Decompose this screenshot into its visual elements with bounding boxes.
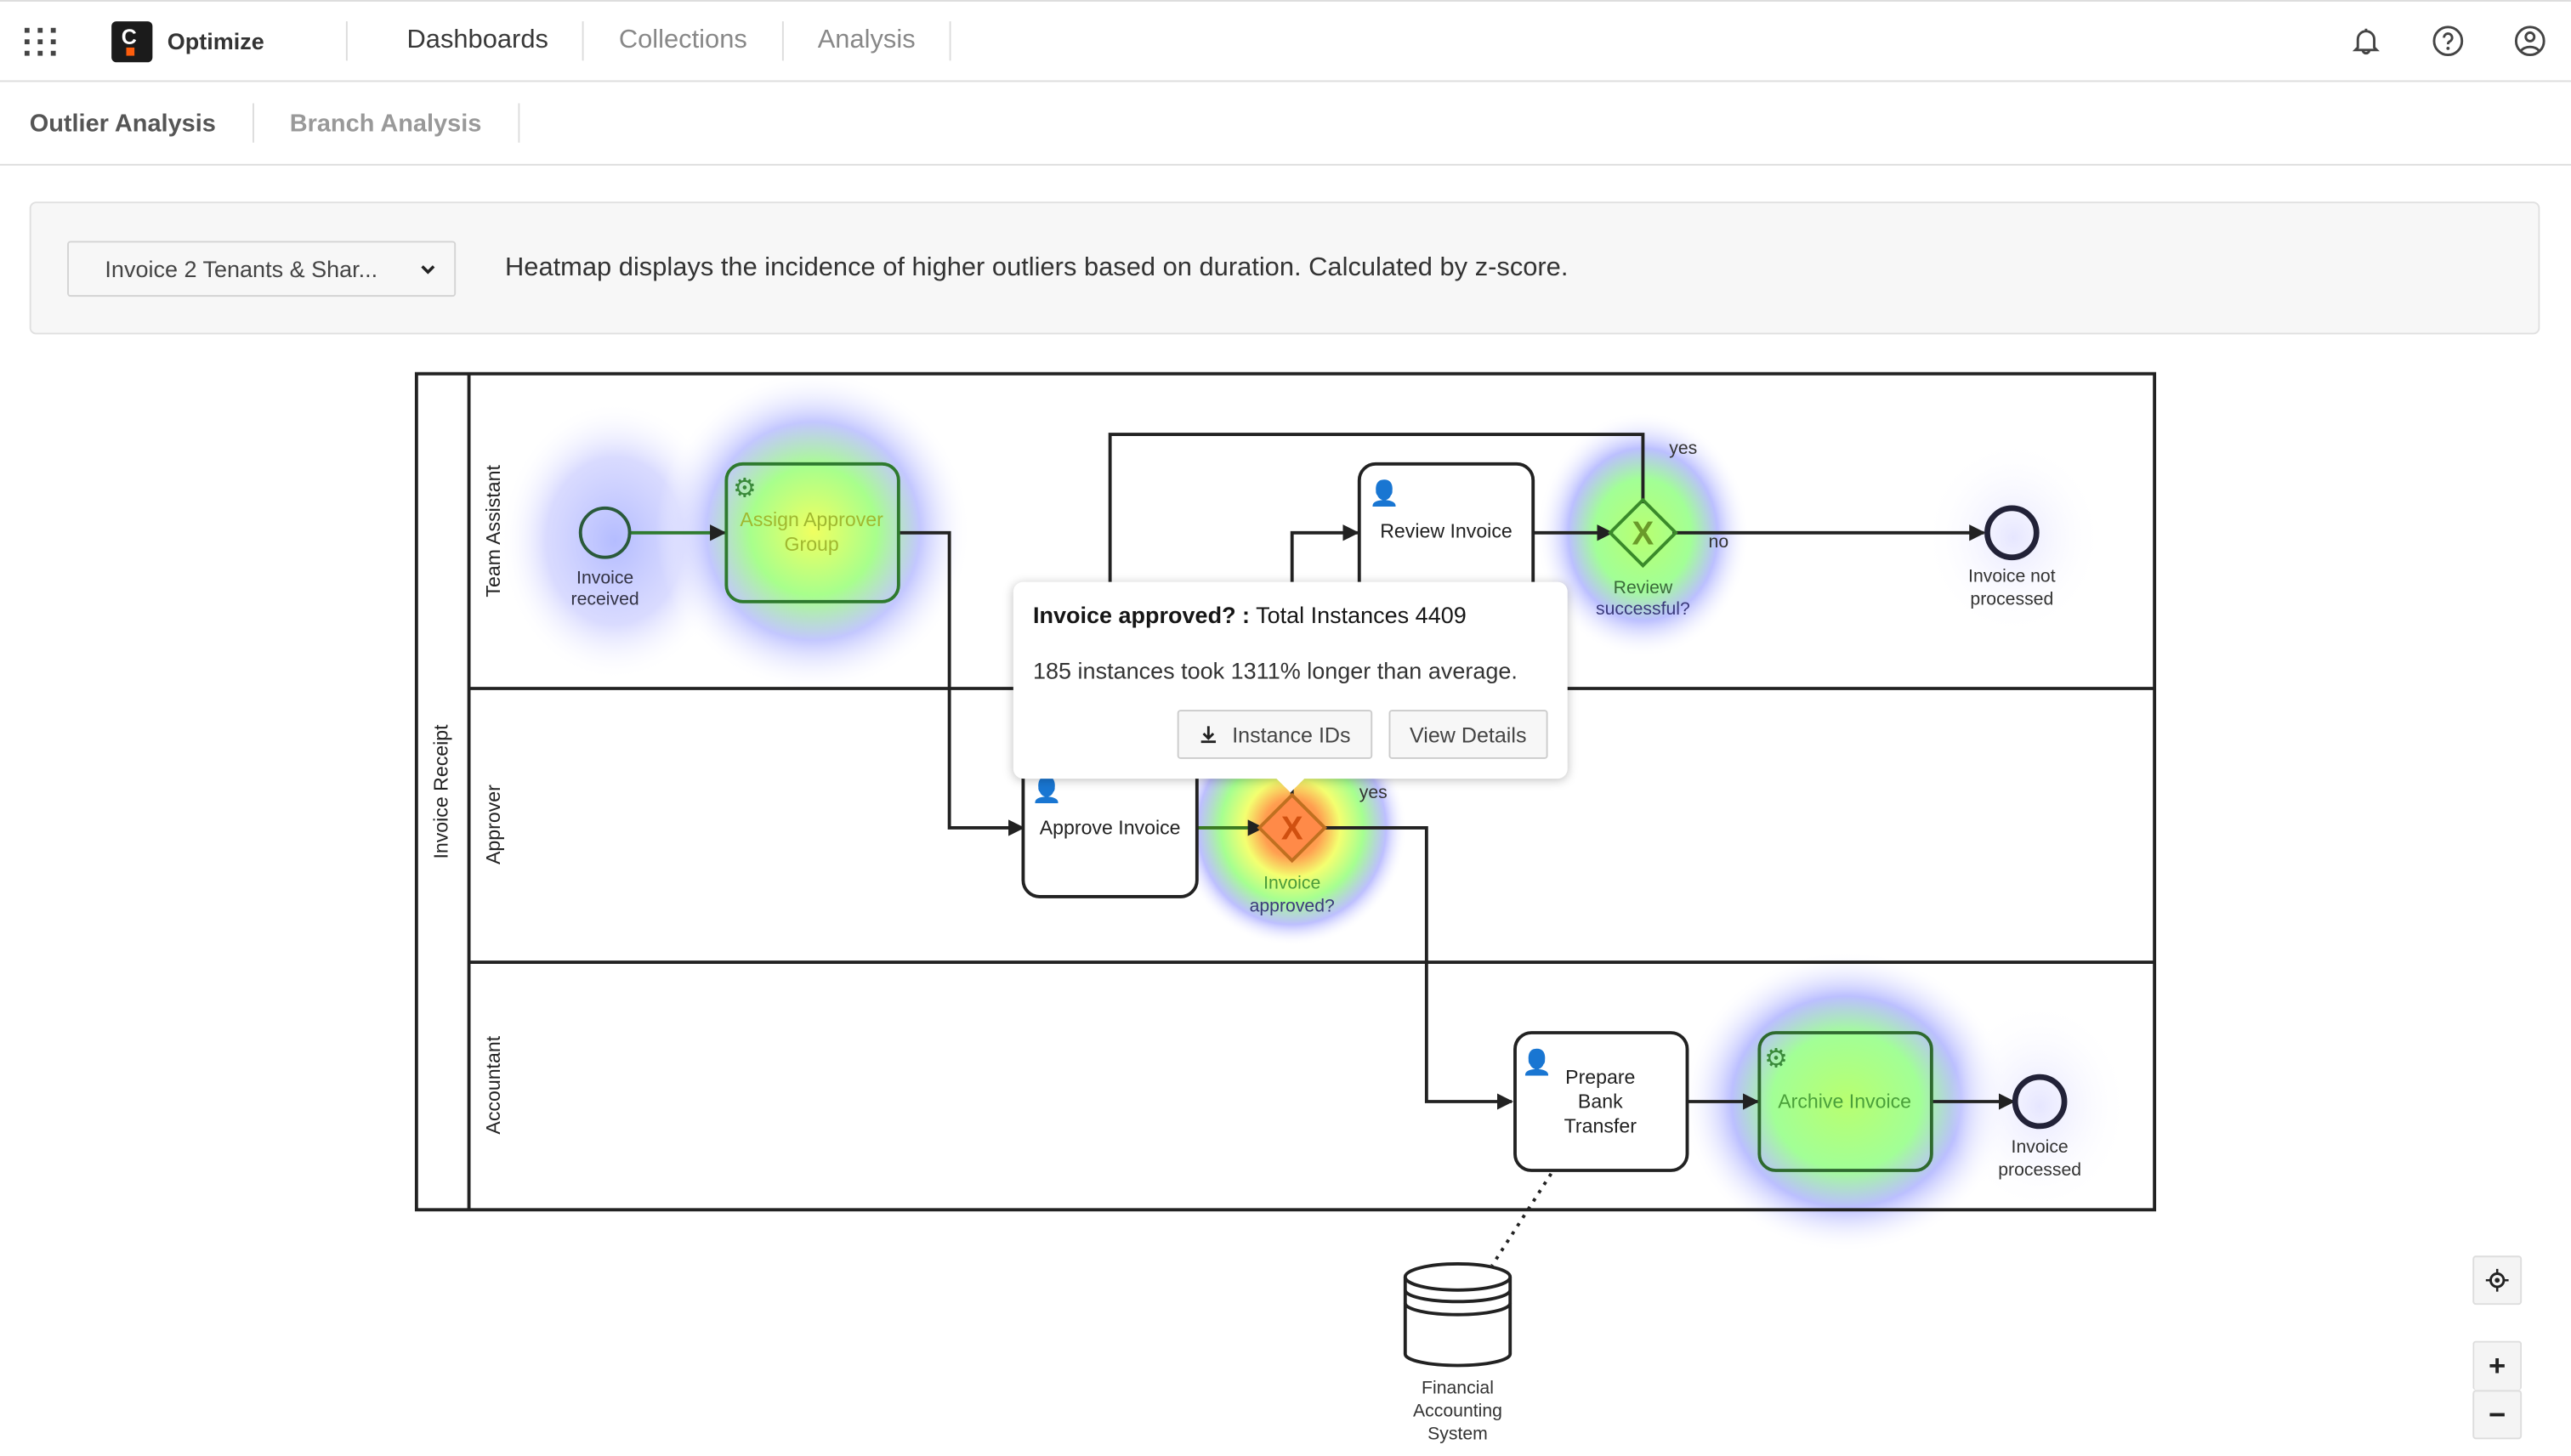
- label-invoice-processed-2: processed: [1998, 1160, 2081, 1180]
- lane-label-accountant: Accountant: [482, 1035, 504, 1134]
- camunda-logo: C: [111, 20, 153, 62]
- label-not-processed-1: Invoice not: [1968, 567, 2056, 586]
- heat-assign-approver: [656, 370, 971, 692]
- label-financial-3: System: [1427, 1424, 1488, 1443]
- label-archive-invoice: Archive Invoice: [1778, 1091, 1911, 1113]
- x-icon: X: [1281, 810, 1303, 847]
- data-store-financial-system[interactable]: [1403, 1261, 1513, 1368]
- app-root: C Optimize Dashboards Collections Analys…: [0, 0, 2571, 1456]
- instance-ids-label: Instance IDs: [1232, 722, 1351, 747]
- user-task-icon: 👤: [1522, 1047, 1552, 1076]
- label-prepare-1: Prepare: [1565, 1066, 1635, 1088]
- gear-icon: ⚙: [1764, 1043, 1788, 1073]
- label-invoice-approved-1: Invoice: [1263, 873, 1320, 892]
- logo-letter: C: [121, 23, 137, 48]
- bell-icon[interactable]: [2350, 25, 2383, 58]
- label-assign-approver-1: Assign Approver: [740, 508, 883, 530]
- label-not-processed-2: processed: [1970, 590, 2053, 609]
- process-select-value: Invoice 2 Tenants & Shar...: [105, 254, 378, 281]
- lane-label-approver: Approver: [482, 785, 504, 864]
- chevron-down-icon: [421, 264, 435, 274]
- tooltip-summary: 185 instances took 1311% longer than ave…: [1032, 657, 1518, 684]
- user-icon[interactable]: [2513, 25, 2546, 58]
- user-task-icon: 👤: [1031, 775, 1062, 804]
- label-assign-approver-2: Group: [785, 533, 839, 555]
- pool-label: Invoice Receipt: [429, 724, 451, 859]
- analysis-tabs: Outlier Analysis Branch Analysis: [0, 82, 2571, 166]
- label-review-successful-1: Review: [1614, 578, 1673, 598]
- flow-label-yes: yes: [1359, 783, 1388, 802]
- label-invoice-approved-2: approved?: [1250, 896, 1335, 915]
- label-invoice-processed-1: Invoice: [2012, 1137, 2069, 1157]
- reset-view-button[interactable]: [2472, 1255, 2523, 1306]
- nav-analysis[interactable]: Analysis: [783, 26, 950, 56]
- download-icon: [1201, 726, 1217, 744]
- user-task-icon: 👤: [1369, 479, 1399, 507]
- label-review-successful-2: successful?: [1596, 599, 1690, 619]
- label-review-invoice: Review Invoice: [1380, 520, 1513, 542]
- tab-branch-analysis[interactable]: Branch Analysis: [253, 109, 517, 137]
- crosshair-icon: [2485, 1268, 2509, 1292]
- zoom-out-button[interactable]: −: [2472, 1390, 2523, 1440]
- flow-label-no: no: [1709, 532, 1729, 552]
- heat-invoice-processed: [1950, 1000, 2131, 1214]
- lane-label-team-assistant: Team Assistant: [482, 465, 504, 598]
- top-navigation: C Optimize Dashboards Collections Analys…: [0, 0, 2571, 82]
- heatmap-description: Heatmap displays the incidence of higher…: [504, 252, 1569, 281]
- app-name[interactable]: Optimize: [167, 28, 264, 54]
- nav-collections[interactable]: Collections: [584, 26, 781, 56]
- filter-bar: Invoice 2 Tenants & Shar... Heatmap disp…: [29, 201, 2540, 335]
- bpmn-heatmap-diagram: Invoice Receipt Team Assistant Approver …: [414, 370, 2157, 1443]
- label-prepare-2: Bank: [1578, 1091, 1623, 1113]
- data-association: [1490, 1172, 1553, 1266]
- label-invoice-received-2: received: [571, 590, 639, 609]
- tooltip-total: Total Instances 4409: [1256, 601, 1467, 628]
- label-financial-2: Accounting: [1413, 1401, 1502, 1420]
- label-financial-1: Financial: [1422, 1378, 1494, 1397]
- view-details-label: View Details: [1409, 722, 1527, 747]
- tooltip-title: Invoice approved? : Total Instances 4409: [1033, 602, 1548, 628]
- help-icon[interactable]: [2432, 25, 2465, 58]
- flow-label-yes: yes: [1669, 439, 1697, 458]
- instance-ids-button[interactable]: Instance IDs: [1178, 710, 1372, 759]
- label-invoice-received-1: Invoice: [576, 569, 633, 588]
- gear-icon: ⚙: [733, 473, 757, 502]
- x-icon: X: [1632, 515, 1654, 552]
- process-select[interactable]: Invoice 2 Tenants & Shar...: [67, 240, 457, 297]
- nav-dashboards[interactable]: Dashboards: [348, 26, 582, 56]
- plus-icon: +: [2489, 1349, 2506, 1382]
- tab-outlier-analysis[interactable]: Outlier Analysis: [0, 109, 252, 137]
- apps-grid-icon[interactable]: [24, 25, 58, 58]
- zoom-in-button[interactable]: +: [2472, 1340, 2523, 1391]
- label-approve-invoice: Approve Invoice: [1040, 817, 1181, 839]
- tooltip-node-name: Invoice approved? :: [1032, 601, 1251, 628]
- minus-icon: −: [2489, 1397, 2506, 1431]
- label-prepare-3: Transfer: [1564, 1115, 1637, 1137]
- view-details-button[interactable]: View Details: [1388, 710, 1548, 759]
- outlier-tooltip: Invoice approved? : Total Instances 4409…: [1013, 581, 1568, 793]
